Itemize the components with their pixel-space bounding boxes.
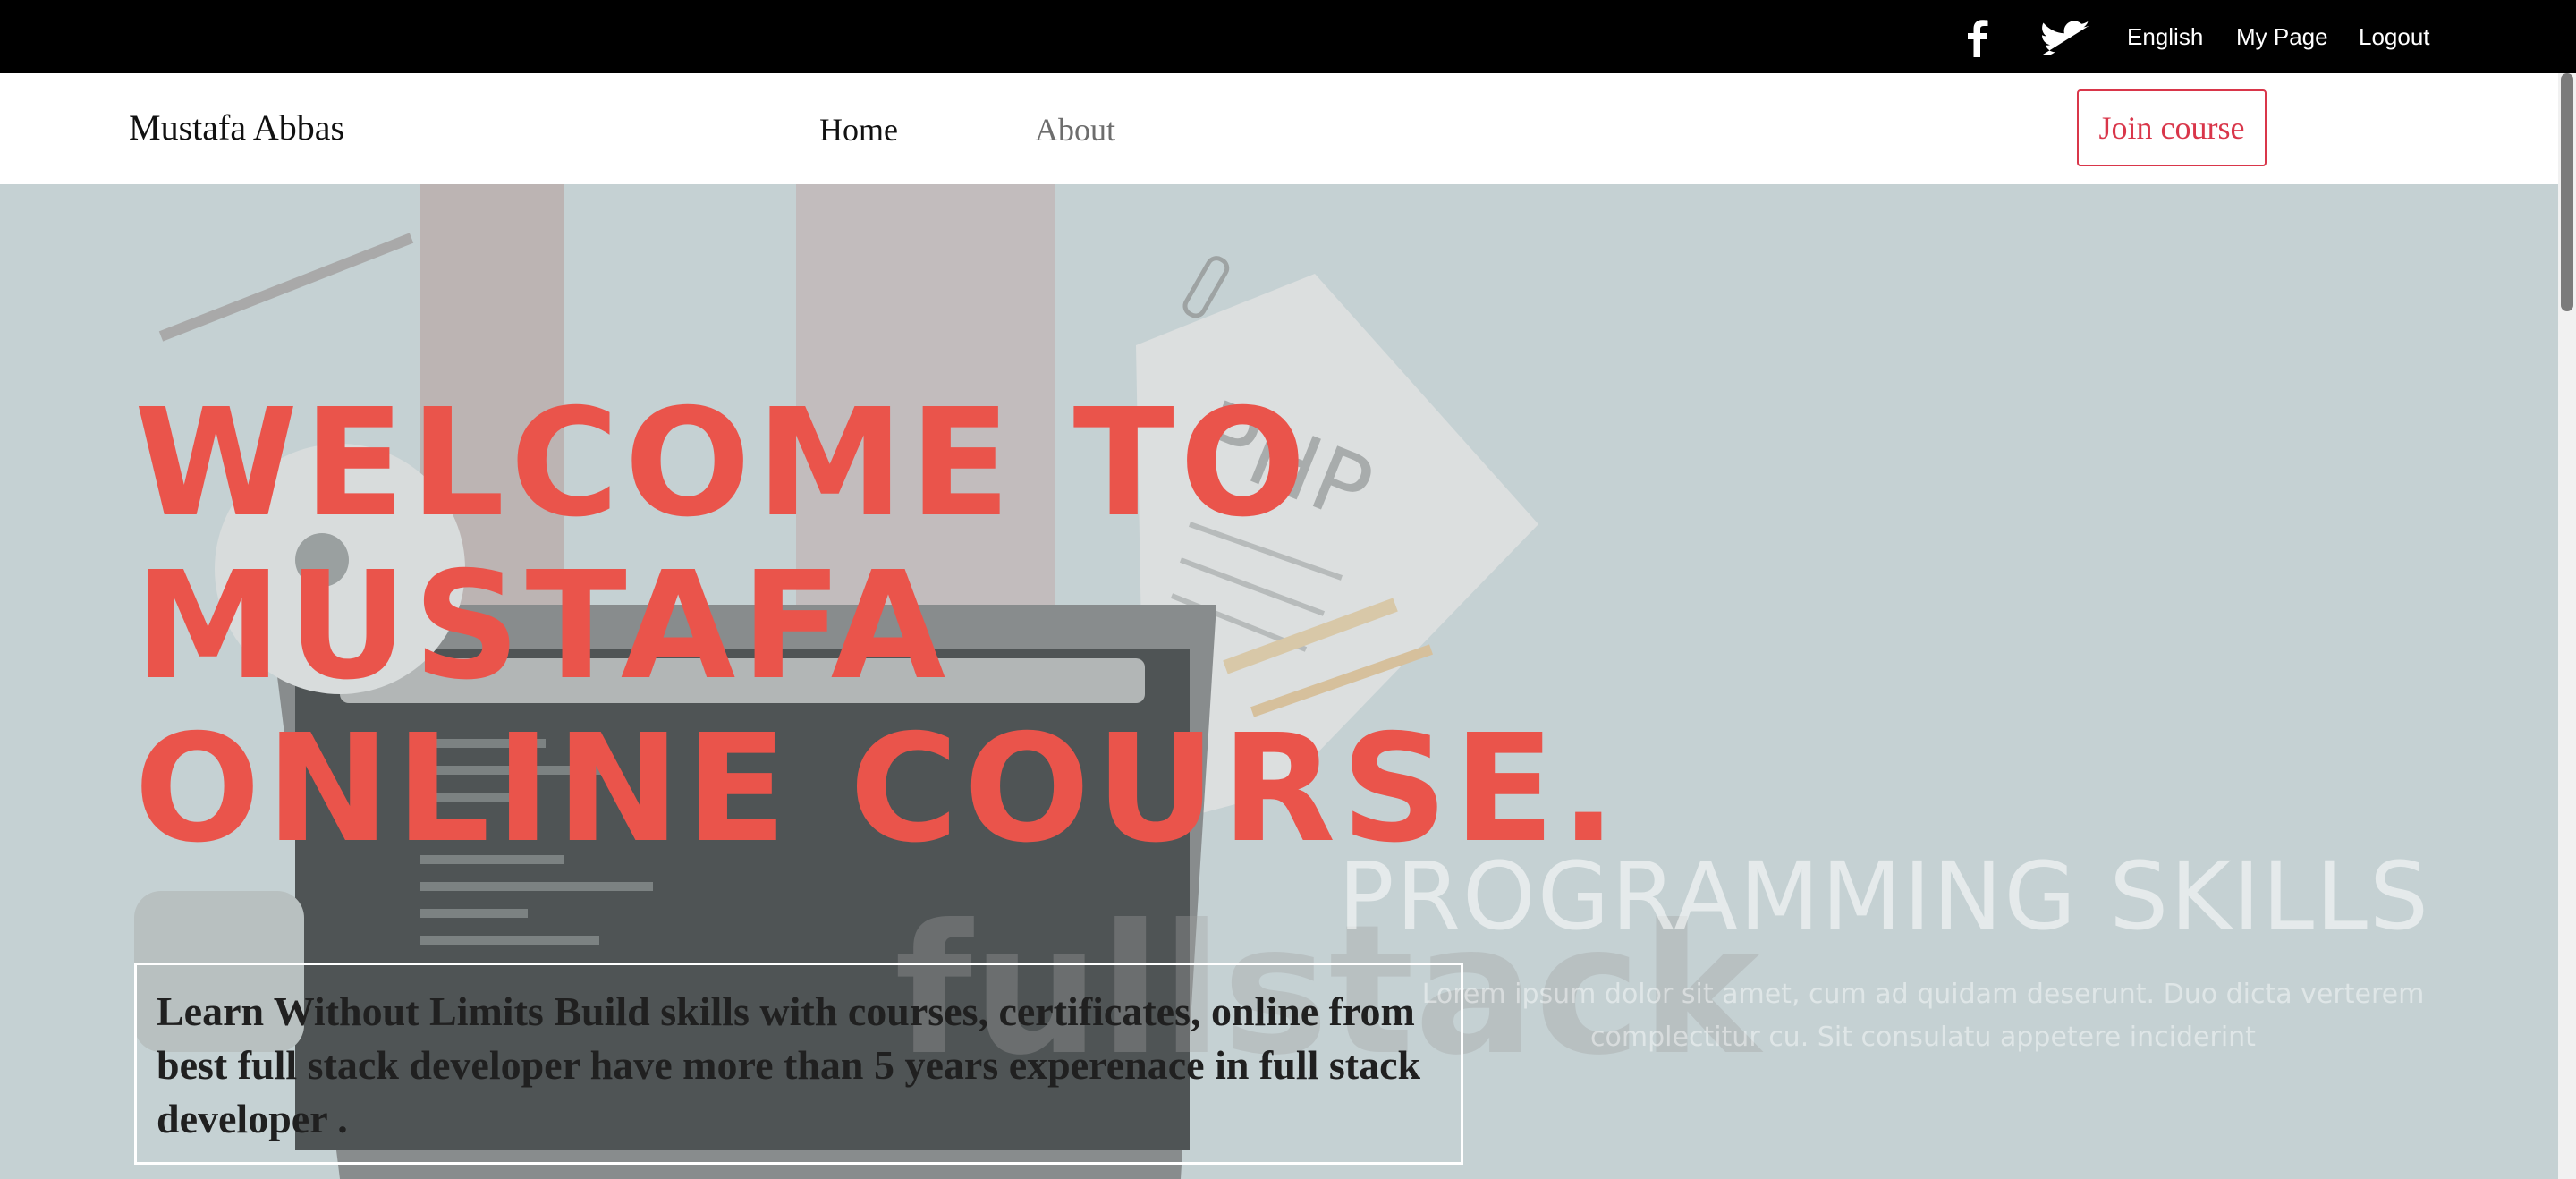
hero-title-line-1: WELCOME TO xyxy=(134,377,1311,550)
programming-skills-subtitle: Lorem ipsum dolor sit amet, cum ad quida… xyxy=(1421,979,2425,1053)
programming-skills-heading: PROGRAMMING SKILLS xyxy=(1338,842,2430,951)
main-nav: Mustafa Abbas Home About Join course xyxy=(0,73,2576,184)
brand-name[interactable]: Mustafa Abbas xyxy=(129,106,344,150)
facebook-icon[interactable] xyxy=(1959,18,1995,57)
nav-about-link[interactable]: About xyxy=(1035,109,1115,150)
hero-description-box: Learn Without Limits Build skills with c… xyxy=(134,963,1463,1165)
twitter-icon[interactable] xyxy=(2038,21,2091,55)
page-scrollbar[interactable] xyxy=(2558,73,2576,1179)
hero-description: Learn Without Limits Build skills with c… xyxy=(157,988,1421,1141)
language-link[interactable]: English xyxy=(2127,21,2203,52)
nav-home-link[interactable]: Home xyxy=(819,109,898,150)
top-bar: English My Page Logout xyxy=(0,0,2576,73)
hero-title-line-2: MUSTAFA xyxy=(134,540,952,713)
hero-section: PHP fullstack WELCOME TO MUSTAFA ONLINE … xyxy=(0,184,2558,1179)
my-page-link[interactable]: My Page xyxy=(2236,21,2328,52)
hero-title: WELCOME TO MUSTAFA ONLINE COURSE. xyxy=(134,383,1622,871)
scrollbar-thumb[interactable] xyxy=(2561,73,2573,311)
logout-link[interactable]: Logout xyxy=(2359,21,2430,52)
join-course-button[interactable]: Join course xyxy=(2077,89,2267,166)
